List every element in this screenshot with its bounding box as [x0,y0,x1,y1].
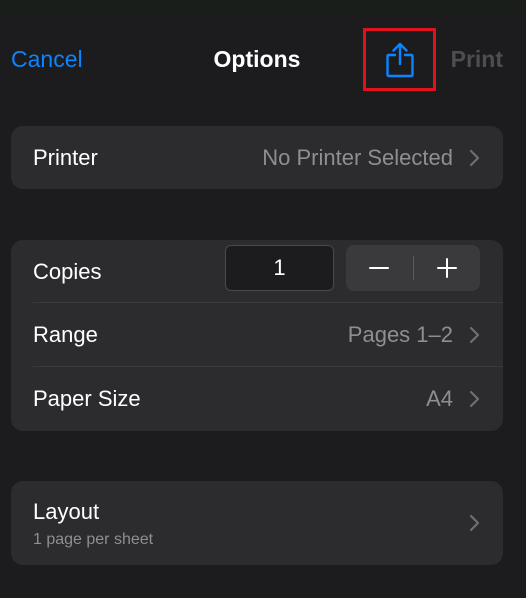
copies-field[interactable]: 1 [225,245,334,291]
range-label: Range [33,322,98,347]
increment-button[interactable] [414,245,481,291]
chevron-right-icon [469,326,480,344]
paper-size-value: A4 [426,386,453,411]
range-row[interactable]: Range Pages 1–2 [11,303,503,367]
copies-row: Copies 1 [11,240,503,303]
navigation-bar: Cancel Options Print [0,14,526,106]
copies-stepper [346,245,480,291]
copies-label: Copies [33,258,102,284]
page-title: Options [213,46,301,72]
chevron-right-icon [469,514,480,532]
layout-subtitle: 1 page per sheet [33,531,154,548]
decrement-button[interactable] [346,245,413,291]
print-options-card: Copies 1 Range Pages 1–2 Paper Size A4 [11,240,503,431]
printer-label: Printer [33,144,98,170]
share-button[interactable] [363,28,436,91]
paper-size-row[interactable]: Paper Size A4 [11,367,503,431]
chevron-right-icon [469,149,480,166]
paper-size-label: Paper Size [33,386,141,411]
printer-card: Printer No Printer Selected [11,126,503,189]
printer-row[interactable]: Printer No Printer Selected [11,126,503,189]
print-button[interactable]: Print [451,46,503,73]
layout-row[interactable]: Layout 1 page per sheet [11,481,503,565]
top-strip [0,0,526,14]
layout-card: Layout 1 page per sheet [11,481,503,565]
range-value: Pages 1–2 [347,322,453,347]
layout-label: Layout [33,499,100,524]
plus-icon [436,258,457,278]
share-icon [385,42,414,77]
minus-icon [369,267,390,269]
chevron-right-icon [469,390,480,408]
printer-value: No Printer Selected [262,144,453,170]
